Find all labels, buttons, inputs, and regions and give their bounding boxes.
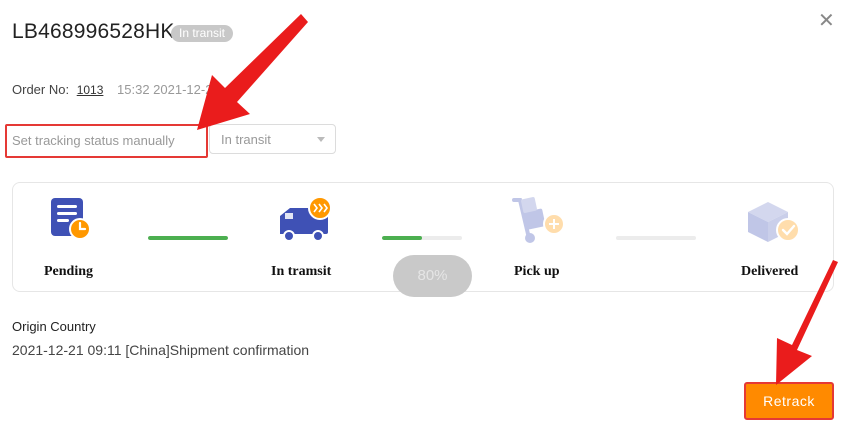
step-label-pick-up: Pick up <box>514 264 560 279</box>
origin-country-title: Origin Country <box>12 319 96 334</box>
tracking-status-value: In transit <box>221 132 271 147</box>
order-number-link[interactable]: 1013 <box>77 83 104 97</box>
progress-percent-indicator: 80% <box>393 255 472 297</box>
progress-connector-1-fill <box>148 236 228 240</box>
progress-connector-1 <box>148 236 228 240</box>
step-label-in-transit: In tramsit <box>271 264 332 279</box>
chevron-down-icon <box>317 137 325 142</box>
delivered-box-check-icon <box>744 198 804 249</box>
order-info: Order No: 1013 15:32 2021-12-2 <box>12 82 212 97</box>
progress-connector-2 <box>382 236 462 240</box>
progress-connector-3 <box>616 236 696 240</box>
progress-connector-2-fill <box>382 236 422 240</box>
manual-status-label: Set tracking status manually <box>12 133 175 148</box>
step-label-pending: Pending <box>44 264 94 279</box>
delivery-truck-icon <box>276 196 336 249</box>
order-label: Order No: <box>12 82 70 97</box>
pending-document-clock-icon <box>48 196 94 247</box>
tracking-number-title: LB468996528HK <box>12 20 175 43</box>
pickup-hand-truck-icon <box>508 196 568 251</box>
status-badge: In transit <box>171 25 234 42</box>
tracking-status-select[interactable]: In transit <box>209 124 336 154</box>
retrack-button[interactable]: Retrack <box>744 382 834 420</box>
tracking-event: 2021-12-21 09:11 [China]Shipment confirm… <box>12 342 310 358</box>
order-timestamp: 15:32 2021-12-2 <box>117 82 213 97</box>
close-icon[interactable]: ✕ <box>818 8 835 33</box>
step-label-delivered: Delivered <box>741 264 799 279</box>
